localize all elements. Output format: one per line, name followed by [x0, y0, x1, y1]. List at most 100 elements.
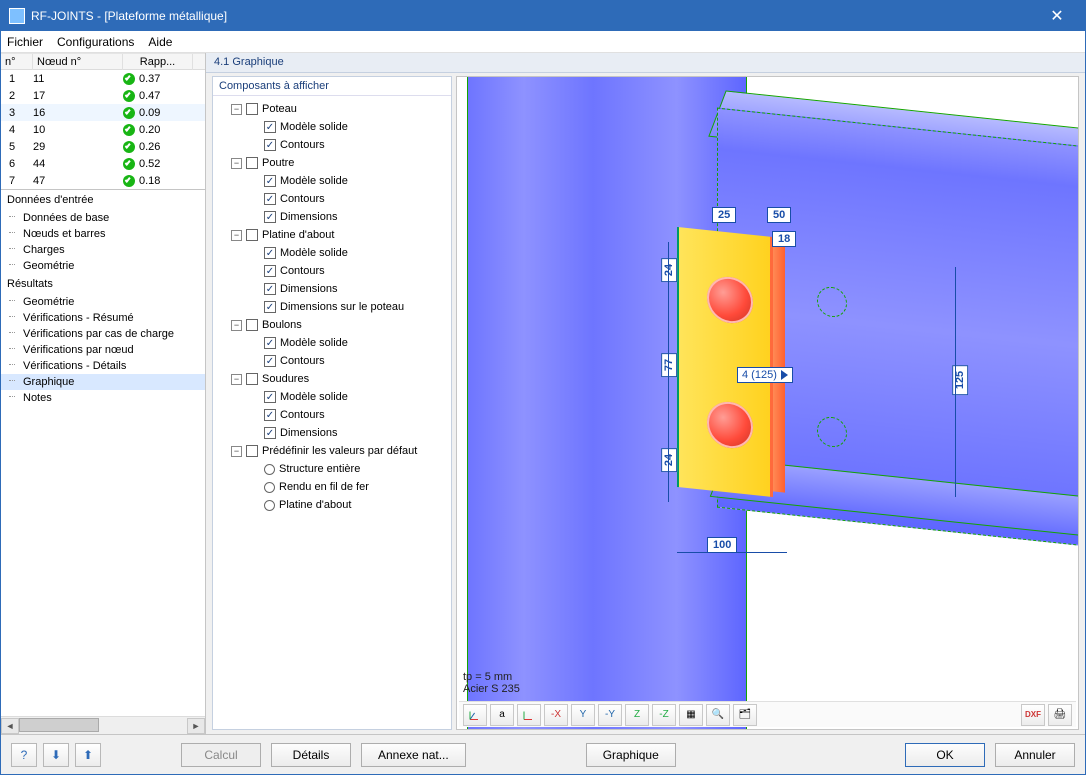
dim-25: 25: [712, 207, 736, 223]
checkbox[interactable]: [264, 121, 276, 133]
nav-item[interactable]: Vérifications par nœud: [1, 342, 205, 358]
ok-button[interactable]: OK: [905, 743, 985, 767]
view-y-button[interactable]: Y: [571, 704, 595, 726]
dim-line: [955, 267, 956, 497]
checkbox[interactable]: [264, 265, 276, 277]
dxf-export-button[interactable]: DXF: [1021, 704, 1045, 726]
nav-item[interactable]: Charges: [1, 242, 205, 258]
view-iso-button[interactable]: [463, 704, 487, 726]
group-checkbox[interactable]: [246, 103, 258, 115]
checkbox[interactable]: [264, 247, 276, 259]
view-x-button[interactable]: [517, 704, 541, 726]
viewport-toolbar: a -X Y -Y Z -Z ▦ 🔍 🗂 DXF 🖨: [459, 701, 1076, 727]
view-cube-button[interactable]: ▦: [679, 704, 703, 726]
end-plate-edge: [773, 231, 785, 492]
details-button[interactable]: Détails: [271, 743, 351, 767]
grid-row[interactable]: 7470.18: [1, 172, 205, 189]
grid-row[interactable]: 1110.37: [1, 70, 205, 87]
ok-icon: [123, 158, 135, 170]
expand-icon[interactable]: −: [231, 230, 242, 241]
dim-18: 18: [772, 231, 796, 247]
ok-icon: [123, 107, 135, 119]
checkbox[interactable]: [264, 139, 276, 151]
annexe-button[interactable]: Annexe nat...: [361, 743, 466, 767]
checkbox[interactable]: [264, 301, 276, 313]
nav-item[interactable]: Graphique: [1, 374, 205, 390]
nav-item[interactable]: Données de base: [1, 210, 205, 226]
col-ratio[interactable]: Rapp...: [123, 54, 193, 70]
group-checkbox[interactable]: [246, 157, 258, 169]
view-neg-y-button[interactable]: -Y: [598, 704, 622, 726]
cell-no: 7: [1, 175, 33, 187]
tree-item-label: Platine d'about: [279, 499, 351, 511]
tree-item-label: Rendu en fil de fer: [279, 481, 369, 493]
layers-button[interactable]: 🗂: [733, 704, 757, 726]
display-tree-panel: Composants à afficher −PoteauModèle soli…: [212, 76, 452, 730]
view-a-button[interactable]: a: [490, 704, 514, 726]
radio[interactable]: [264, 500, 275, 511]
close-button[interactable]: ✕: [1037, 6, 1077, 26]
help-button[interactable]: ?: [11, 743, 37, 767]
cell-no: 6: [1, 158, 33, 170]
zoom-button[interactable]: 🔍: [706, 704, 730, 726]
nav-item[interactable]: Notes: [1, 390, 205, 406]
viewport-3d[interactable]: 25 50 18 24 77 24 100 125 4 (125): [456, 76, 1079, 730]
tree-item-label: Contours: [280, 193, 325, 205]
annuler-button[interactable]: Annuler: [995, 743, 1075, 767]
checkbox[interactable]: [264, 175, 276, 187]
grid-row[interactable]: 4100.20: [1, 121, 205, 138]
scroll-right-icon[interactable]: ►: [187, 718, 205, 734]
tree-item-label: Modèle solide: [280, 121, 348, 133]
menu-file[interactable]: Fichier: [7, 35, 43, 49]
calcul-button[interactable]: Calcul: [181, 743, 261, 767]
dim-50: 50: [767, 207, 791, 223]
nav-item[interactable]: Nœuds et barres: [1, 226, 205, 242]
print-button[interactable]: 🖨: [1048, 704, 1072, 726]
nav-item[interactable]: Geométrie: [1, 258, 205, 274]
group-checkbox[interactable]: [246, 319, 258, 331]
scroll-thumb[interactable]: [19, 718, 99, 732]
nav-item[interactable]: Vérifications par cas de charge: [1, 326, 205, 342]
checkbox[interactable]: [264, 355, 276, 367]
expand-icon[interactable]: −: [231, 374, 242, 385]
col-no[interactable]: n°: [1, 54, 33, 70]
left-hscrollbar[interactable]: ◄ ►: [1, 716, 205, 734]
checkbox[interactable]: [264, 211, 276, 223]
graphique-button[interactable]: Graphique: [586, 743, 676, 767]
nav-item[interactable]: Vérifications - Résumé: [1, 310, 205, 326]
view-neg-x-button[interactable]: -X: [544, 704, 568, 726]
nav-item[interactable]: Vérifications - Détails: [1, 358, 205, 374]
group-checkbox[interactable]: [246, 445, 258, 457]
grid-row[interactable]: 5290.26: [1, 138, 205, 155]
tree-item-label: Modèle solide: [280, 247, 348, 259]
checkbox[interactable]: [264, 409, 276, 421]
col-node[interactable]: Nœud n°: [33, 54, 123, 70]
menu-help[interactable]: Aide: [148, 35, 172, 49]
nav-item[interactable]: Geométrie: [1, 294, 205, 310]
grid-row[interactable]: 2170.47: [1, 87, 205, 104]
expand-icon[interactable]: −: [231, 446, 242, 457]
view-z-button[interactable]: Z: [625, 704, 649, 726]
group-checkbox[interactable]: [246, 229, 258, 241]
expand-icon[interactable]: −: [231, 104, 242, 115]
view-neg-z-button[interactable]: -Z: [652, 704, 676, 726]
radio[interactable]: [264, 464, 275, 475]
import-button[interactable]: ⬇: [43, 743, 69, 767]
grid-row[interactable]: 3160.09: [1, 104, 205, 121]
checkbox[interactable]: [264, 283, 276, 295]
expand-icon[interactable]: −: [231, 320, 242, 331]
grid-row[interactable]: 6440.52: [1, 155, 205, 172]
cell-ratio: 0.09: [123, 107, 193, 119]
expand-icon[interactable]: −: [231, 158, 242, 169]
group-checkbox[interactable]: [246, 373, 258, 385]
checkbox[interactable]: [264, 193, 276, 205]
scroll-left-icon[interactable]: ◄: [1, 718, 19, 734]
tree-item-label: Contours: [280, 409, 325, 421]
cell-node: 29: [33, 141, 123, 153]
checkbox[interactable]: [264, 391, 276, 403]
checkbox[interactable]: [264, 337, 276, 349]
export-button[interactable]: ⬆: [75, 743, 101, 767]
radio[interactable]: [264, 482, 275, 493]
checkbox[interactable]: [264, 427, 276, 439]
menu-config[interactable]: Configurations: [57, 35, 134, 49]
